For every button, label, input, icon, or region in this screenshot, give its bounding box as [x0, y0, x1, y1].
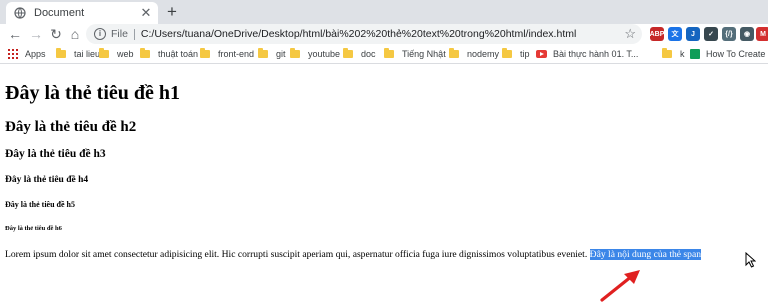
back-button[interactable]: ←: [6, 25, 24, 43]
extension-icon[interactable]: 文: [668, 27, 682, 41]
folder-icon: [384, 48, 394, 58]
folder-icon: [200, 48, 210, 58]
bookmark-label: Bài thực hành 01. T...: [553, 49, 639, 59]
folder-icon: [290, 48, 300, 58]
bookmark-nodemy[interactable]: nodemy: [449, 47, 499, 61]
extension-icon[interactable]: ✓: [704, 27, 718, 41]
bookmark-git[interactable]: git: [258, 47, 286, 61]
youtube-icon: [536, 50, 547, 58]
bookmark-thuat-toan[interactable]: thuật toán: [140, 47, 198, 61]
toolbar: ← → ↻ ⌂ i File C:/Users/tuana/OneDrive/D…: [0, 24, 768, 44]
bookmark-label: nodemy: [467, 49, 500, 59]
globe-icon: [14, 7, 26, 19]
bookmark-front-end[interactable]: front-end: [200, 47, 254, 61]
tab-strip: Document ✕ +: [0, 0, 768, 24]
omnibox-divider: [133, 28, 135, 40]
bookmark-label: git: [276, 49, 286, 59]
bookmark-tieng-nhat[interactable]: Tiếng Nhật: [384, 47, 446, 61]
bookmark-youtube[interactable]: youtube: [290, 47, 340, 61]
folder-icon: [662, 48, 672, 58]
heading-h2: Đây là thẻ tiêu đề h2: [5, 119, 137, 135]
address-bar[interactable]: i File C:/Users/tuana/OneDrive/Desktop/h…: [86, 24, 642, 44]
paragraph: Lorem ipsum dolor sit amet consectetur a…: [5, 249, 702, 260]
bookmark-label: Tiếng Nhật: [402, 49, 446, 59]
bookmark-web[interactable]: web: [99, 47, 134, 61]
bookmark-star-icon[interactable]: ☆: [624, 26, 636, 42]
folder-icon: [449, 48, 459, 58]
spreadsheet-icon: [690, 49, 700, 59]
bookmark-tip[interactable]: tip: [502, 47, 530, 61]
heading-h5: Đây là thẻ tiêu đề h5: [5, 200, 75, 209]
url-scheme: File: [111, 28, 128, 40]
bookmark-label: web: [117, 49, 134, 59]
heading-h1: Đây là thẻ tiêu đề h1: [5, 82, 180, 104]
new-tab-button[interactable]: +: [163, 2, 181, 21]
bookmark-label: thuật toán: [158, 49, 199, 59]
span-selected-text[interactable]: Đây là nội dung của thẻ span: [589, 249, 702, 260]
bookmark-label: How To Create a Fil...: [706, 49, 768, 59]
url-text[interactable]: C:/Users/tuana/OneDrive/Desktop/html/bài…: [141, 28, 576, 40]
folder-icon: [258, 48, 268, 58]
bookmark-tai-lieu[interactable]: tai lieu: [56, 47, 100, 61]
apps-icon: [8, 49, 18, 59]
bookmark-bai-thuc-hanh[interactable]: Bài thực hành 01. T...: [536, 47, 638, 61]
info-icon[interactable]: i: [94, 28, 106, 40]
reload-button[interactable]: ↻: [47, 25, 65, 43]
bookmark-apps[interactable]: Apps: [8, 47, 46, 61]
extension-icon[interactable]: J: [686, 27, 700, 41]
folder-icon: [56, 48, 66, 58]
forward-button[interactable]: →: [27, 25, 45, 43]
annotation-arrow-icon: [600, 270, 640, 302]
folder-icon: [99, 48, 109, 58]
home-button[interactable]: ⌂: [66, 25, 84, 43]
bookmark-how-to-create[interactable]: How To Create a Fil...: [690, 47, 768, 61]
extension-icon[interactable]: {/}: [722, 27, 736, 41]
tab-document[interactable]: Document ✕: [6, 2, 158, 24]
bookmark-label: tip: [520, 49, 530, 59]
bookmark-doc[interactable]: doc: [343, 47, 376, 61]
bookmark-label: doc: [361, 49, 376, 59]
bookmark-label: Apps: [25, 49, 46, 59]
close-tab-icon[interactable]: ✕: [138, 5, 154, 21]
extension-icon[interactable]: M: [756, 27, 768, 41]
bookmark-label: youtube: [308, 49, 341, 59]
bookmarks-bar: Apps tai lieu web thuật toán front-end g…: [0, 44, 768, 64]
page-content: Đây là thẻ tiêu đề h1 Đây là thẻ tiêu đề…: [0, 65, 768, 308]
extension-icon[interactable]: ◉: [740, 27, 754, 41]
heading-h4: Đây là thẻ tiêu đề h4: [5, 175, 89, 185]
folder-icon: [140, 48, 150, 58]
heading-h6: Đây là thẻ tiêu đề h6: [5, 225, 62, 232]
bookmark-label: tai lieu: [74, 49, 101, 59]
folder-icon: [502, 48, 512, 58]
mouse-cursor-icon: [745, 252, 756, 268]
folder-icon: [343, 48, 353, 58]
paragraph-text: Lorem ipsum dolor sit amet consectetur a…: [5, 249, 588, 260]
heading-h3: Đây là thẻ tiêu đề h3: [5, 148, 106, 160]
bookmark-label: k: [680, 49, 685, 59]
bookmark-label: front-end: [218, 49, 255, 59]
tab-title: Document: [34, 7, 85, 19]
extension-icon[interactable]: ABP: [650, 27, 664, 41]
bookmark-k[interactable]: k: [662, 47, 685, 61]
